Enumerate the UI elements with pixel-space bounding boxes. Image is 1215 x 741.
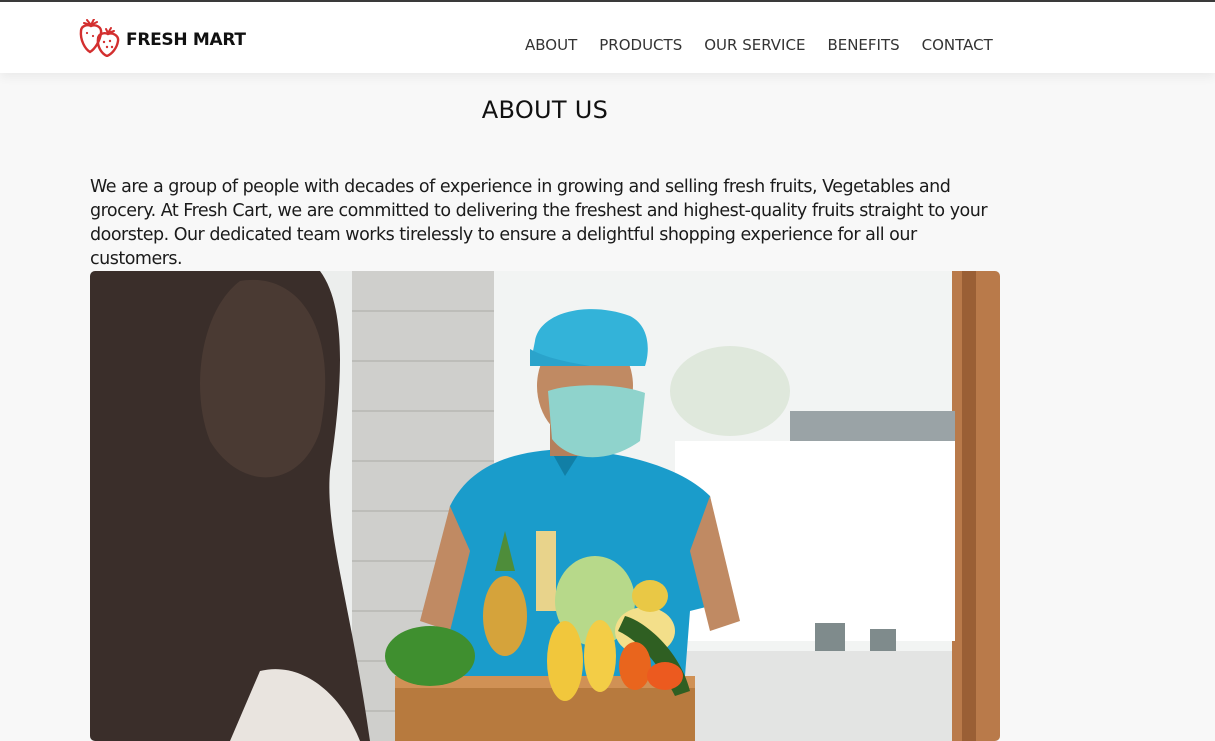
about-paragraph: We are a group of people with decades of… <box>90 177 988 269</box>
brand-name: FRESH MART <box>126 30 246 50</box>
nav-our-service[interactable]: OUR SERVICE <box>704 36 805 54</box>
main-nav: ABOUT PRODUCTS OUR SERVICE BENEFITS CONT… <box>525 36 993 54</box>
nav-about[interactable]: ABOUT <box>525 36 577 54</box>
strawberry-icon <box>77 18 123 61</box>
section-title: ABOUT US <box>481 96 609 124</box>
site-header: FRESH MART ABOUT PRODUCTS OUR SERVICE BE… <box>0 0 1215 73</box>
nav-contact[interactable]: CONTACT <box>922 36 993 54</box>
brand-logo[interactable]: FRESH MART <box>77 18 246 61</box>
nav-products[interactable]: PRODUCTS <box>599 36 682 54</box>
nav-benefits[interactable]: BENEFITS <box>827 36 899 54</box>
delivery-photo <box>90 271 1000 741</box>
